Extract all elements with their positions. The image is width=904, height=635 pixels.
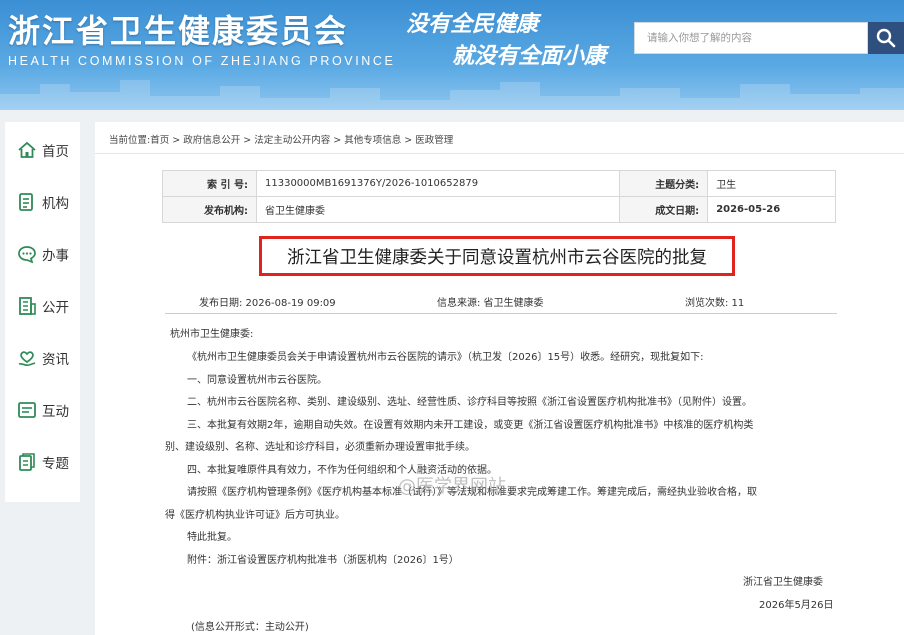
publisher-value: 省卫生健康委 — [255, 196, 621, 223]
sidebar-item-label: 资讯 — [42, 352, 69, 368]
body-paragraph: 别、建设级别、名称、选址和诊疗科目，必须重新办理设置审批手续。 — [165, 442, 475, 453]
body-paragraph: 《杭州市卫生健康委员会关于申请设置杭州市云谷医院的请示》（杭卫发〔2026〕15… — [187, 352, 704, 363]
date-value: 2026-05-26 — [707, 196, 836, 223]
search-button[interactable] — [868, 22, 904, 54]
publisher-label: 发布机构: — [162, 196, 257, 223]
document-info-row: 发布日期: 2026-08-19 09:09 信息来源: 省卫生健康委 浏览次数… — [165, 282, 837, 314]
document-title: 浙江省卫生健康委关于同意设置杭州市云谷医院的批复 — [259, 236, 735, 276]
building-icon — [19, 193, 33, 211]
sidebar-nav: 首页 机构 办事 公开 资讯 互动 专题 — [5, 122, 80, 502]
sidebar-item-label: 专题 — [42, 456, 69, 472]
body-paragraph: 特此批复。 — [187, 532, 237, 543]
sidebar-item-news[interactable]: 资讯 — [5, 332, 80, 384]
chat-icon — [18, 246, 36, 264]
date-label: 成文日期: — [619, 196, 709, 223]
view-count: 浏览次数: 11 — [685, 298, 745, 309]
search-icon — [876, 28, 896, 48]
sidebar-item-label: 办事 — [42, 248, 69, 264]
search-input[interactable] — [635, 23, 867, 53]
sidebar-item-institution[interactable]: 机构 — [5, 176, 80, 228]
site-title: 浙江省卫生健康委员会 — [8, 12, 349, 50]
disclosure-form: (信息公开形式：主动公开) — [191, 622, 309, 633]
body-paragraph: 得《医疗机构执业许可证》后方可执业。 — [165, 510, 345, 521]
body-paragraph: 二、杭州市云谷医院名称、类别、建设级别、选址、经营性质、诊疗科目等按照《浙江省设… — [187, 397, 752, 408]
site-subtitle: HEALTH COMMISSION OF ZHEJIANG PROVINCE — [8, 54, 396, 68]
category-value: 卫生 — [707, 170, 836, 197]
slogan-line1: 没有全民健康 — [406, 11, 539, 37]
index-label: 索 引 号: — [162, 170, 257, 197]
signature-org: 浙江省卫生健康委 — [743, 577, 823, 588]
interaction-icon — [18, 402, 36, 418]
site-header: 浙江省卫生健康委员会 HEALTH COMMISSION OF ZHEJIANG… — [0, 0, 904, 110]
skyline-decoration — [0, 80, 904, 110]
watermark: @医学界网站 — [398, 476, 506, 497]
body-paragraph: 一、同意设置杭州市云谷医院。 — [187, 375, 327, 386]
home-icon — [18, 141, 36, 158]
sidebar-item-interaction[interactable]: 互动 — [5, 384, 80, 436]
sidebar-item-label: 机构 — [42, 196, 69, 212]
sidebar-item-home[interactable]: 首页 — [5, 124, 80, 176]
sidebar-item-topics[interactable]: 专题 — [5, 436, 80, 488]
addressee: 杭州市卫生健康委: — [170, 329, 254, 340]
hand-heart-icon — [18, 351, 36, 367]
sidebar-item-label: 首页 — [42, 144, 69, 160]
sidebar-item-services[interactable]: 办事 — [5, 228, 80, 280]
sidebar-item-label: 互动 — [42, 404, 69, 420]
table-row: 索 引 号: 11330000MB1691376Y/2026-101065287… — [162, 170, 836, 197]
divider — [95, 153, 904, 154]
info-source: 信息来源: 省卫生健康委 — [437, 298, 544, 309]
document-meta-table: 索 引 号: 11330000MB1691376Y/2026-101065287… — [162, 170, 836, 223]
main-content: 当前位置:首页 > 政府信息公开 > 法定主动公开内容 > 其他专项信息 > 医… — [95, 122, 904, 635]
index-value: 11330000MB1691376Y/2026-1010652879 — [255, 170, 621, 197]
publish-date: 发布日期: 2026-08-19 09:09 — [199, 298, 336, 309]
topic-icon — [19, 453, 35, 471]
body-paragraph: 三、本批复有效期2年，逾期自动失效。在设置有效期内未开工建设，或变更《浙江省设置… — [187, 420, 754, 431]
document-icon — [19, 297, 36, 315]
breadcrumb[interactable]: 当前位置:首页 > 政府信息公开 > 法定主动公开内容 > 其他专项信息 > 医… — [109, 132, 453, 146]
slogan-line2: 就没有全面小康 — [452, 43, 607, 69]
search-box — [634, 22, 868, 54]
signature-date: 2026年5月26日 — [759, 600, 834, 611]
table-row: 发布机构: 省卫生健康委 成文日期: 2026-05-26 — [162, 196, 836, 223]
sidebar-item-label: 公开 — [42, 300, 69, 316]
sidebar-item-disclosure[interactable]: 公开 — [5, 280, 80, 332]
category-label: 主题分类: — [619, 170, 709, 197]
attachment-link[interactable]: 附件：浙江省设置医疗机构批准书（浙医机构〔2026〕1号） — [187, 551, 459, 566]
